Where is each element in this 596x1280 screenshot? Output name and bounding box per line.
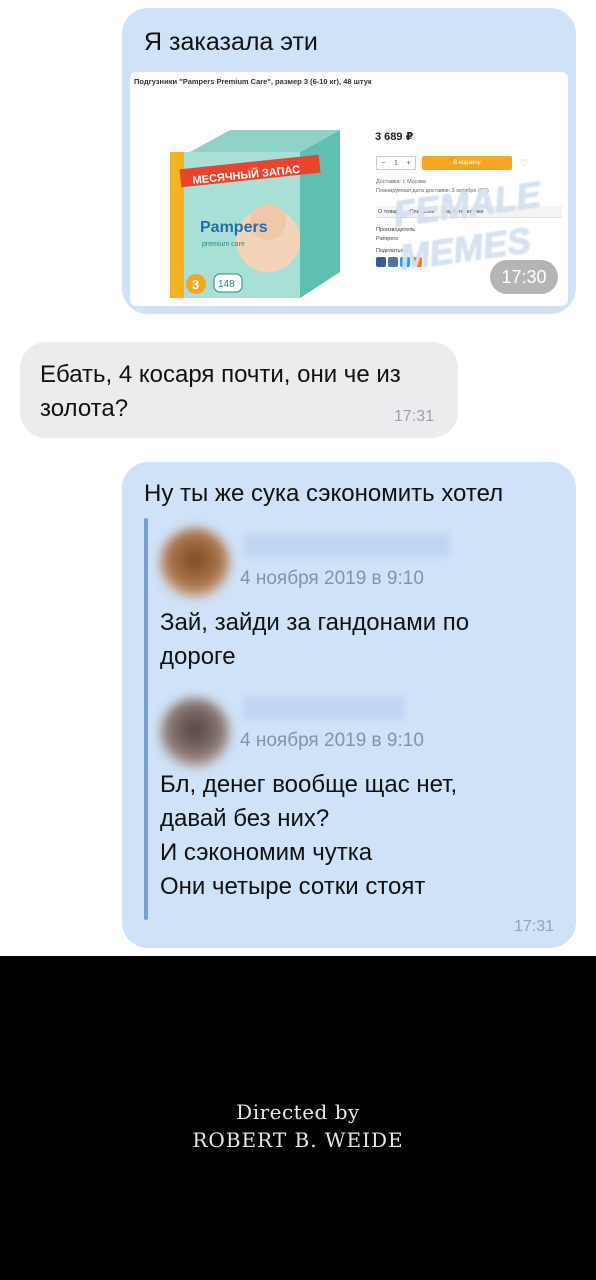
box-brand-sub: premium care bbox=[202, 241, 245, 248]
message-time: 17:31 bbox=[513, 918, 554, 935]
credits-card: Directed by ROBERT B. WEIDE bbox=[0, 956, 596, 1280]
credits-line-1: Directed by bbox=[236, 1100, 360, 1124]
outgoing-message-bubble[interactable]: Ну ты же сука сэкономить хотел 4 ноября … bbox=[122, 462, 576, 948]
add-to-cart-button[interactable]: В корзину bbox=[422, 156, 512, 170]
quoted-date: 4 ноября 2019 в 9:10 bbox=[240, 730, 424, 751]
message-text: Я заказала эти bbox=[144, 28, 318, 56]
plus-icon[interactable]: + bbox=[407, 160, 411, 167]
qty-value: 1 bbox=[394, 159, 398, 167]
quantity-stepper[interactable]: − 1 + bbox=[376, 156, 416, 170]
message-text: Ебать, 4 косаря почти, они че из золота? bbox=[40, 361, 401, 422]
chat-area: Я заказала эти Подгузники "Pampers Premi… bbox=[0, 0, 596, 956]
heart-icon[interactable]: ♡ bbox=[520, 156, 528, 170]
quoted-text: Зай, зайди за гандонами по дороге bbox=[160, 609, 470, 670]
blurred-sender-name bbox=[244, 534, 450, 558]
product-price: 3 689 ₽ bbox=[375, 131, 414, 143]
incoming-message-bubble[interactable]: Ебать, 4 косаря почти, они че из золота?… bbox=[20, 342, 458, 438]
credits-line-2: ROBERT B. WEIDE bbox=[192, 1128, 404, 1152]
message-text: Ну ты же сука сэкономить хотел bbox=[144, 480, 504, 507]
pampers-box-image: МЕСЯЧНЫЙ ЗАПАС Pampers premium care 3 14… bbox=[170, 130, 340, 298]
message-time: 17:31 bbox=[393, 408, 434, 425]
count-badge: 148 bbox=[218, 279, 235, 290]
avatar[interactable] bbox=[160, 698, 230, 768]
size-badge: 3 bbox=[192, 277, 199, 292]
avatar[interactable] bbox=[160, 528, 230, 598]
message-time: 17:30 bbox=[490, 260, 558, 294]
forwarded-quote-bar bbox=[144, 518, 148, 920]
facebook-icon[interactable] bbox=[376, 257, 386, 267]
outgoing-message-bubble[interactable]: Я заказала эти Подгузники "Pampers Premi… bbox=[122, 8, 576, 314]
vk-icon[interactable] bbox=[388, 257, 398, 267]
product-title: Подгузники "Pampers Premium Care", разме… bbox=[134, 77, 372, 86]
minus-icon[interactable]: − bbox=[381, 160, 385, 167]
quoted-text: Бл, денег вообще щас нет, давай без них?… bbox=[160, 771, 458, 900]
blurred-sender-name bbox=[244, 696, 404, 720]
box-brand: Pampers bbox=[200, 219, 268, 236]
quoted-date: 4 ноября 2019 в 9:10 bbox=[240, 568, 424, 589]
